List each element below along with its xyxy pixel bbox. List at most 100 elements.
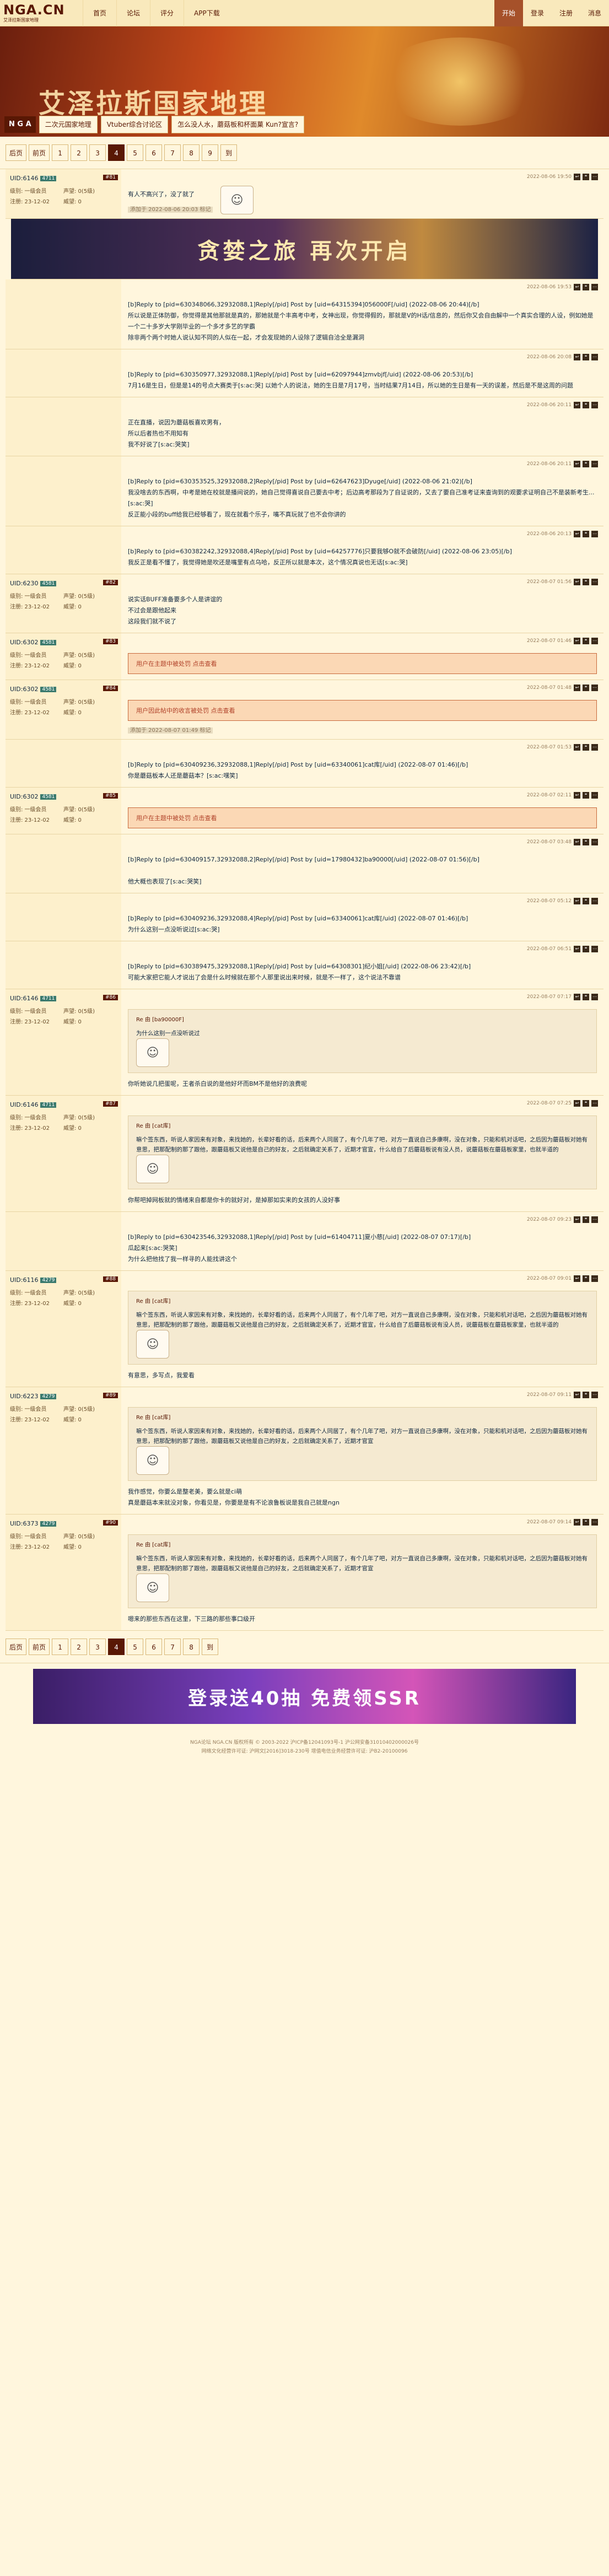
floor-number[interactable]: #86: [103, 995, 118, 1000]
quote-icon[interactable]: ❝: [583, 638, 589, 644]
page-link[interactable]: 7: [164, 144, 181, 161]
author-uid[interactable]: UID:6302 4581: [10, 686, 117, 693]
page-link[interactable]: 3: [89, 1639, 106, 1655]
page-link[interactable]: 前页: [29, 1639, 50, 1655]
quote-header[interactable]: Re 由 [cat库]: [136, 1413, 589, 1423]
more-icon[interactable]: ⋯: [591, 1519, 598, 1526]
reply-icon[interactable]: ↩: [574, 461, 580, 467]
breadcrumb-item[interactable]: 怎么没人水，蘑菇板和杯面菓 Kun?宣言?: [171, 116, 305, 133]
quote-icon[interactable]: ❝: [583, 354, 589, 360]
quote-icon[interactable]: ❝: [583, 1519, 589, 1526]
quote-icon[interactable]: ❝: [583, 946, 589, 952]
floor-number[interactable]: #90: [103, 1520, 118, 1526]
quote-icon[interactable]: ❝: [583, 744, 589, 751]
uid-text[interactable]: UID:6230: [10, 580, 38, 587]
more-icon[interactable]: ⋯: [591, 1100, 598, 1107]
reply-icon[interactable]: ↩: [574, 402, 580, 408]
page-link[interactable]: 后页: [6, 144, 27, 161]
floor-number[interactable]: #89: [103, 1393, 118, 1398]
more-icon[interactable]: ⋯: [591, 402, 598, 408]
page-link[interactable]: 5: [127, 144, 144, 161]
more-icon[interactable]: ⋯: [591, 839, 598, 845]
more-icon[interactable]: ⋯: [591, 1392, 598, 1398]
reply-icon[interactable]: ↩: [574, 1275, 580, 1282]
quote-icon[interactable]: ❝: [583, 994, 589, 1000]
uid-text[interactable]: UID:6146: [10, 995, 38, 1002]
site-logo[interactable]: NGA.CN 艾泽拉斯国家地理: [0, 0, 83, 26]
punishment-notice[interactable]: 用户在主题中被处罚 点击查看: [128, 653, 597, 674]
reply-icon[interactable]: ↩: [574, 792, 580, 799]
page-link[interactable]: 前页: [29, 144, 50, 161]
page-link[interactable]: 6: [145, 1639, 163, 1655]
more-icon[interactable]: ⋯: [591, 531, 598, 537]
reply-icon[interactable]: ↩: [574, 1216, 580, 1223]
more-icon[interactable]: ⋯: [591, 685, 598, 691]
page-link[interactable]: 7: [164, 1639, 181, 1655]
page-link[interactable]: 5: [127, 1639, 144, 1655]
author-uid[interactable]: UID:6146 4711: [10, 175, 117, 182]
more-icon[interactable]: ⋯: [591, 1275, 598, 1282]
quote-icon[interactable]: ❝: [583, 531, 589, 537]
login-link[interactable]: 登录: [523, 0, 552, 26]
quote-icon[interactable]: ❝: [583, 579, 589, 585]
reply-icon[interactable]: ↩: [574, 354, 580, 360]
more-icon[interactable]: ⋯: [591, 744, 598, 751]
page-link[interactable]: 8: [183, 144, 200, 161]
nav-home[interactable]: 首页: [83, 0, 116, 26]
page-link[interactable]: 1: [52, 1639, 69, 1655]
page-link[interactable]: 后页: [6, 1639, 27, 1655]
quote-icon[interactable]: ❝: [583, 284, 589, 290]
floor-number[interactable]: #82: [103, 580, 118, 585]
more-icon[interactable]: ⋯: [591, 174, 598, 180]
floor-number[interactable]: #81: [103, 175, 118, 180]
reply-icon[interactable]: ↩: [574, 638, 580, 644]
page-link[interactable]: 4: [108, 1639, 125, 1655]
breadcrumb-item[interactable]: 二次元国家地理: [39, 116, 98, 133]
floor-number[interactable]: #88: [103, 1276, 118, 1282]
reply-icon[interactable]: ↩: [574, 174, 580, 180]
page-link[interactable]: 2: [71, 144, 88, 161]
messages-link[interactable]: 消息: [580, 0, 609, 26]
bottom-ad-banner[interactable]: 登录送40抽 免费领SSR: [33, 1669, 576, 1724]
page-link[interactable]: 到: [202, 1639, 219, 1655]
reply-icon[interactable]: ↩: [574, 685, 580, 691]
floor-number[interactable]: #84: [103, 686, 118, 691]
nav-app-download[interactable]: APP下载: [184, 0, 230, 26]
more-icon[interactable]: ⋯: [591, 1216, 598, 1223]
page-link[interactable]: 6: [145, 144, 163, 161]
author-uid[interactable]: UID:6146 4711: [10, 995, 117, 1002]
page-link[interactable]: 8: [183, 1639, 200, 1655]
quote-icon[interactable]: ❝: [583, 402, 589, 408]
uid-text[interactable]: UID:6373: [10, 1520, 38, 1527]
quote-header[interactable]: Re 由 [cat库]: [136, 1297, 589, 1307]
nav-forum[interactable]: 论坛: [116, 0, 150, 26]
more-icon[interactable]: ⋯: [591, 994, 598, 1000]
quote-icon[interactable]: ❝: [583, 1100, 589, 1107]
author-uid[interactable]: UID:6223 4279: [10, 1393, 117, 1400]
quote-icon[interactable]: ❝: [583, 685, 589, 691]
punishment-notice[interactable]: 用户因此帖中的收言被处罚 点击查看: [128, 700, 597, 721]
floor-number[interactable]: #83: [103, 639, 118, 644]
quote-header[interactable]: Re 由 [cat库]: [136, 1122, 589, 1131]
reply-icon[interactable]: ↩: [574, 744, 580, 751]
author-uid[interactable]: UID:6302 4581: [10, 639, 117, 646]
reply-icon[interactable]: ↩: [574, 1100, 580, 1107]
quote-icon[interactable]: ❝: [583, 898, 589, 904]
more-icon[interactable]: ⋯: [591, 461, 598, 467]
page-link[interactable]: 到: [220, 144, 238, 161]
more-icon[interactable]: ⋯: [591, 284, 598, 290]
breadcrumb-item[interactable]: Vtuber综合讨论区: [100, 116, 169, 133]
quote-icon[interactable]: ❝: [583, 174, 589, 180]
uid-text[interactable]: UID:6223: [10, 1393, 38, 1400]
uid-text[interactable]: UID:6302: [10, 686, 38, 693]
page-link[interactable]: 9: [202, 144, 219, 161]
breadcrumb-home[interactable]: N G A: [4, 116, 36, 133]
uid-text[interactable]: UID:6146: [10, 175, 38, 182]
author-uid[interactable]: UID:6302 4581: [10, 793, 117, 800]
floor-number[interactable]: #85: [103, 793, 118, 799]
author-uid[interactable]: UID:6373 4279: [10, 1520, 117, 1527]
page-link[interactable]: 2: [71, 1639, 88, 1655]
reply-icon[interactable]: ↩: [574, 898, 580, 904]
page-link[interactable]: 1: [52, 144, 69, 161]
more-icon[interactable]: ⋯: [591, 579, 598, 585]
